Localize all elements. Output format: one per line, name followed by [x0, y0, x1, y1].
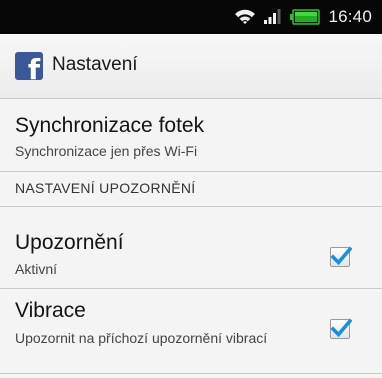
signal-icon: [264, 9, 281, 24]
facebook-logo-icon: f: [15, 52, 43, 80]
setting-photo-sync[interactable]: Synchronizace fotek Synchronizace jen př…: [0, 99, 382, 169]
setting-photo-sync-title: Synchronizace fotek: [15, 114, 205, 137]
wifi-icon: [235, 9, 256, 24]
section-header-notifications: NASTAVENÍ UPOZORNĚNÍ: [15, 180, 196, 196]
setting-vibration-title: Vibrace: [15, 299, 86, 322]
app-bar: f Nastavení: [0, 34, 382, 99]
checkmark-icon: [330, 246, 352, 266]
setting-vibration[interactable]: Vibrace Upozornit na příchozí upozornění…: [0, 289, 382, 369]
battery-icon: [290, 9, 321, 25]
notifications-checkbox[interactable]: [330, 246, 352, 267]
divider: [0, 373, 382, 374]
status-bar: 16:40: [0, 0, 382, 34]
setting-photo-sync-subtitle: Synchronizace jen přes Wi-Fi: [15, 143, 198, 159]
setting-notifications-subtitle: Aktivní: [15, 261, 58, 277]
setting-vibration-subtitle: Upozornit na příchozí upozornění vibrací: [15, 330, 268, 346]
status-time: 16:40: [328, 7, 372, 26]
setting-notifications-title: Upozornění: [15, 231, 124, 254]
vibration-checkbox[interactable]: [330, 318, 352, 339]
setting-notifications[interactable]: Upozornění Aktivní: [0, 207, 382, 287]
status-icons: 16:40: [234, 0, 372, 34]
page-title: Nastavení: [52, 54, 138, 75]
checkmark-icon: [330, 318, 352, 338]
divider: [0, 171, 382, 172]
